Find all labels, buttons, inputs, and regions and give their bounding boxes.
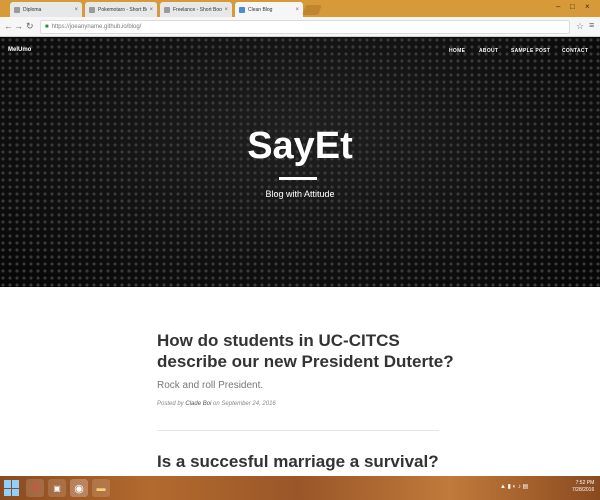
- tab-label: Diploma: [23, 6, 42, 13]
- close-window-icon[interactable]: ×: [585, 2, 590, 11]
- bookmark-star-icon[interactable]: ☆: [576, 21, 584, 32]
- post-divider: [157, 430, 439, 431]
- tab-label: Clean Blog: [248, 6, 273, 13]
- post-meta-date: on September 24, 2016: [213, 401, 276, 407]
- browser-tab[interactable]: Pokemotaro - Short Boo ×: [85, 2, 157, 17]
- post-title-link[interactable]: Is a succesful marriage a survival?: [157, 451, 457, 472]
- nav-link-about[interactable]: ABOUT: [479, 48, 498, 54]
- browser-menu-icon[interactable]: ≡: [589, 20, 594, 30]
- media-player-icon[interactable]: ▣: [48, 479, 66, 497]
- forward-icon[interactable]: →: [14, 21, 23, 31]
- close-icon[interactable]: ×: [295, 7, 299, 13]
- address-url: https://joeanyname.github.io/blog/: [51, 24, 142, 30]
- address-bar[interactable]: ■ https://joeanyname.github.io/blog/: [40, 20, 570, 34]
- post-subtitle: Rock and roll President.: [157, 380, 264, 391]
- chrome-icon[interactable]: ◉: [70, 479, 88, 497]
- new-tab-button[interactable]: [302, 5, 322, 15]
- close-icon[interactable]: ×: [74, 7, 78, 13]
- tab-label: Freelance - Short Booth: [173, 6, 223, 13]
- system-tray-icons[interactable]: ▲ ▮ ◐ ♪ ▤: [500, 483, 528, 490]
- post-author-link[interactable]: Clade Boi: [185, 401, 211, 407]
- browser-tab[interactable]: Freelance - Short Booth ×: [160, 2, 232, 17]
- tab-label: Pokemotaro - Short Boo: [98, 6, 148, 13]
- title-divider: [279, 177, 317, 180]
- browser-tab-strip: Diploma × Pokemotaro - Short Boo × Freel…: [0, 0, 600, 17]
- nav-link-sample-post[interactable]: SAMPLE POST: [511, 48, 550, 54]
- tab-favicon-icon: [89, 6, 95, 13]
- reload-icon[interactable]: ↻: [26, 21, 34, 32]
- hero-header: MelUmo HOME ABOUT SAMPLE POST CONTACT Sa…: [0, 37, 600, 287]
- post-meta-prefix: Posted by: [157, 401, 184, 407]
- maximize-icon[interactable]: □: [570, 2, 575, 11]
- opera-icon[interactable]: O: [26, 479, 44, 497]
- taskbar-clock[interactable]: 7:52 PM 7/28/2016: [572, 480, 594, 494]
- site-brand-link[interactable]: MelUmo: [8, 47, 31, 53]
- file-explorer-icon[interactable]: ▬: [92, 479, 110, 497]
- post-meta: Posted by Clade Boi on September 24, 201…: [157, 401, 276, 407]
- clock-date: 7/28/2016: [572, 487, 595, 493]
- tab-favicon-icon: [164, 6, 170, 13]
- close-icon[interactable]: ×: [224, 7, 228, 13]
- post-title-link[interactable]: How do students in UC-CITCS describe our…: [157, 330, 457, 372]
- taskbar: O ▣ ◉ ▬ ▲ ▮ ◐ ♪ ▤ 7:52 PM 7/28/2016: [0, 476, 600, 500]
- browser-tab-active[interactable]: Clean Blog ×: [235, 2, 303, 17]
- tab-favicon-icon: [14, 6, 20, 13]
- windows-start-icon[interactable]: [4, 480, 20, 496]
- clock-time: 7:52 PM: [575, 480, 595, 486]
- minimize-icon[interactable]: –: [556, 2, 560, 11]
- browser-tab[interactable]: Diploma ×: [10, 2, 82, 17]
- browser-toolbar: ← → ↻ ■ https://joeanyname.github.io/blo…: [0, 17, 600, 37]
- close-icon[interactable]: ×: [149, 7, 153, 13]
- nav-link-contact[interactable]: CONTACT: [562, 48, 588, 54]
- nav-link-home[interactable]: HOME: [449, 48, 465, 54]
- back-icon[interactable]: ←: [4, 21, 13, 31]
- site-subtitle: Blog with Attitude: [265, 189, 335, 199]
- site-title: SayEt: [247, 125, 353, 167]
- lock-icon: ■: [45, 24, 49, 30]
- tab-favicon-icon: [239, 6, 245, 13]
